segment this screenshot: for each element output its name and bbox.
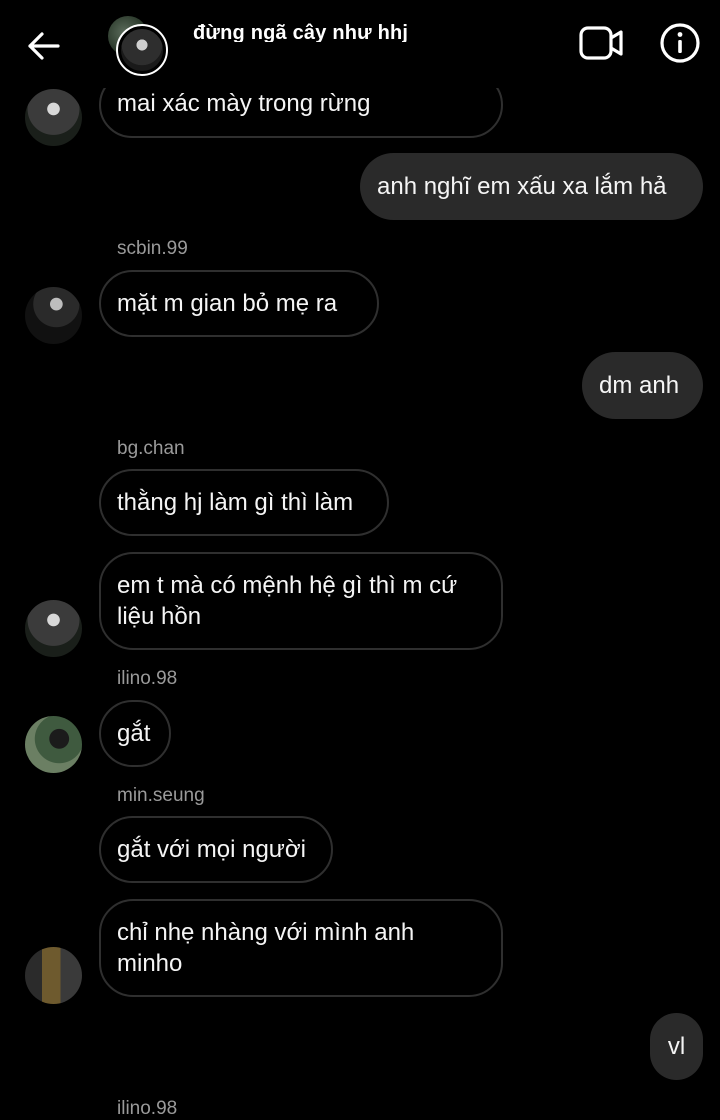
message-text: chỉ nhẹ nhàng với mình anh minho (117, 919, 415, 977)
message-bubble[interactable]: mặt m gian bỏ mẹ ra (99, 270, 379, 337)
video-call-button[interactable] (578, 22, 626, 64)
message-text: em t mà có mệnh hệ gì thì m cứ liệu hồn (117, 572, 458, 630)
message-bubble[interactable]: gắt với mọi người (99, 816, 333, 883)
message-text: gắt với mọi người (117, 836, 306, 863)
message-bubble[interactable]: em t mà có mệnh hệ gì thì m cứ liệu hồn (99, 552, 503, 650)
message-text: mai xác mày trong rừng (117, 90, 371, 117)
message-list: mai xác mày trong rừng anh nghĩ em xấu x… (0, 0, 720, 1119)
sender-name: ilino.98 (117, 668, 178, 689)
avatar[interactable] (25, 600, 82, 657)
message-bubble[interactable]: gắt (99, 700, 171, 767)
avatar[interactable] (25, 287, 82, 344)
avatar[interactable] (25, 716, 82, 773)
message-text: thằng hj làm gì thì làm (117, 489, 354, 516)
message-bubble[interactable]: dm anh (582, 352, 703, 419)
message-text: gắt (117, 720, 151, 747)
video-call-icon (579, 26, 623, 60)
sender-name: bg.chan (117, 438, 185, 459)
chat-header: đừng ngã cây như hhj (0, 0, 720, 88)
info-button[interactable] (659, 22, 701, 64)
message-text: mặt m gian bỏ mẹ ra (117, 290, 338, 317)
sender-name: ilino.98 (117, 1098, 178, 1119)
info-icon (660, 23, 700, 63)
message-bubble[interactable]: thằng hj làm gì thì làm (99, 469, 389, 536)
message-text: vl (667, 1033, 686, 1060)
message-bubble[interactable]: anh nghĩ em xấu xa lắm hả (360, 153, 703, 220)
chat-title[interactable]: đừng ngã cây như hhj (193, 20, 408, 42)
group-avatar[interactable] (108, 16, 168, 76)
back-button[interactable] (22, 26, 64, 66)
message-bubble[interactable]: chỉ nhẹ nhàng với mình anh minho (99, 899, 503, 997)
avatar (116, 24, 168, 76)
arrow-left-icon (28, 32, 60, 60)
sender-name: scbin.99 (117, 238, 188, 259)
avatar[interactable] (25, 947, 82, 1004)
message-text: anh nghĩ em xấu xa lắm hả (377, 173, 667, 200)
sender-name: min.seung (117, 785, 205, 806)
avatar[interactable] (25, 89, 82, 146)
message-text: dm anh (599, 372, 680, 399)
message-bubble[interactable]: vl (650, 1013, 703, 1080)
